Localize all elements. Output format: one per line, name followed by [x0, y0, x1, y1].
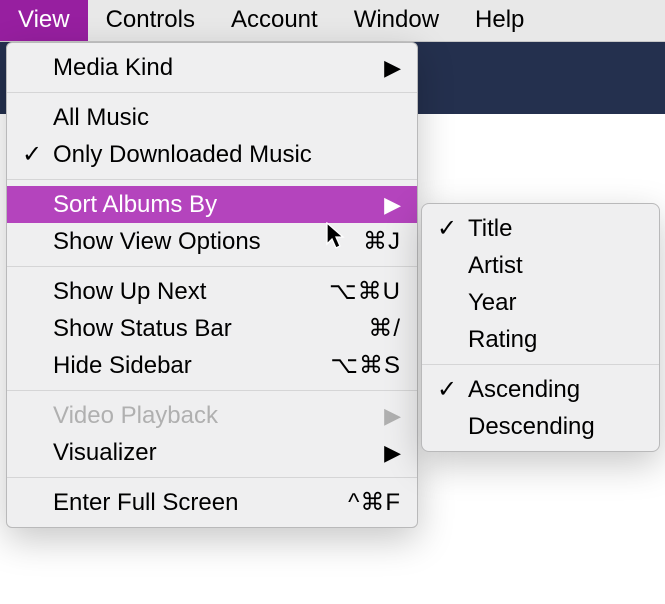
- submenu-item-label: Ascending: [468, 376, 649, 404]
- menu-separator: [7, 266, 417, 267]
- submenu-arrow-icon: ▶: [384, 440, 401, 466]
- submenu-item-rating[interactable]: Rating: [422, 321, 659, 358]
- view-menu-dropdown: Media Kind ▶ All Music ✓ Only Downloaded…: [6, 42, 418, 528]
- menu-item-show-up-next[interactable]: Show Up Next ⌥⌘U: [7, 273, 417, 310]
- submenu-item-descending[interactable]: Descending: [422, 408, 659, 445]
- menu-item-only-downloaded-music[interactable]: ✓ Only Downloaded Music: [7, 136, 417, 173]
- menu-item-label: Only Downloaded Music: [53, 141, 407, 169]
- keyboard-shortcut: ^⌘F: [348, 488, 401, 517]
- menu-item-show-status-bar[interactable]: Show Status Bar ⌘/: [7, 310, 417, 347]
- keyboard-shortcut: ⌥⌘U: [329, 277, 401, 306]
- menubar-item-window[interactable]: Window: [336, 0, 457, 41]
- cursor-icon: [325, 222, 347, 250]
- keyboard-shortcut: ⌘J: [363, 227, 401, 256]
- menu-item-label: Sort Albums By: [53, 191, 384, 219]
- menu-item-media-kind[interactable]: Media Kind ▶: [7, 49, 417, 86]
- menubar: View Controls Account Window Help: [0, 0, 665, 42]
- menu-item-label: Visualizer: [53, 439, 384, 467]
- submenu-item-label: Year: [468, 289, 649, 317]
- submenu-item-artist[interactable]: Artist: [422, 247, 659, 284]
- submenu-item-ascending[interactable]: ✓ Ascending: [422, 371, 659, 408]
- submenu-item-label: Artist: [468, 252, 649, 280]
- menu-item-label: Show Up Next: [53, 278, 329, 306]
- menu-item-sort-albums-by[interactable]: Sort Albums By ▶: [7, 186, 417, 223]
- menu-item-label: All Music: [53, 104, 407, 132]
- menu-item-enter-full-screen[interactable]: Enter Full Screen ^⌘F: [7, 484, 417, 521]
- check-icon: ✓: [434, 214, 460, 243]
- menubar-item-view[interactable]: View: [0, 0, 88, 41]
- submenu-item-label: Rating: [468, 326, 649, 354]
- submenu-arrow-icon: ▶: [384, 55, 401, 81]
- check-icon: ✓: [19, 140, 45, 169]
- menu-item-hide-sidebar[interactable]: Hide Sidebar ⌥⌘S: [7, 347, 417, 384]
- menu-separator: [7, 92, 417, 93]
- menu-item-label: Media Kind: [53, 54, 384, 82]
- menu-separator: [7, 477, 417, 478]
- submenu-item-title[interactable]: ✓ Title: [422, 210, 659, 247]
- menu-item-visualizer[interactable]: Visualizer ▶: [7, 434, 417, 471]
- submenu-arrow-icon: ▶: [384, 192, 401, 218]
- menu-item-label: Show View Options: [53, 228, 363, 256]
- menu-item-label: Video Playback: [53, 402, 384, 430]
- submenu-arrow-icon: ▶: [384, 403, 401, 429]
- menu-item-all-music[interactable]: All Music: [7, 99, 417, 136]
- submenu-item-label: Title: [468, 215, 649, 243]
- menu-item-label: Enter Full Screen: [53, 489, 348, 517]
- submenu-item-label: Descending: [468, 413, 649, 441]
- menubar-item-help[interactable]: Help: [457, 0, 542, 41]
- menu-separator: [7, 390, 417, 391]
- menubar-item-account[interactable]: Account: [213, 0, 336, 41]
- keyboard-shortcut: ⌥⌘S: [330, 351, 401, 380]
- menu-item-show-view-options[interactable]: Show View Options ⌘J: [7, 223, 417, 260]
- menu-item-label: Hide Sidebar: [53, 352, 330, 380]
- menubar-item-controls[interactable]: Controls: [88, 0, 213, 41]
- check-icon: ✓: [434, 375, 460, 404]
- menu-item-video-playback: Video Playback ▶: [7, 397, 417, 434]
- menu-separator: [7, 179, 417, 180]
- menu-item-label: Show Status Bar: [53, 315, 368, 343]
- keyboard-shortcut: ⌘/: [368, 314, 401, 343]
- sort-albums-by-submenu: ✓ Title Artist Year Rating ✓ Ascending D…: [421, 203, 660, 452]
- submenu-item-year[interactable]: Year: [422, 284, 659, 321]
- menu-separator: [422, 364, 659, 365]
